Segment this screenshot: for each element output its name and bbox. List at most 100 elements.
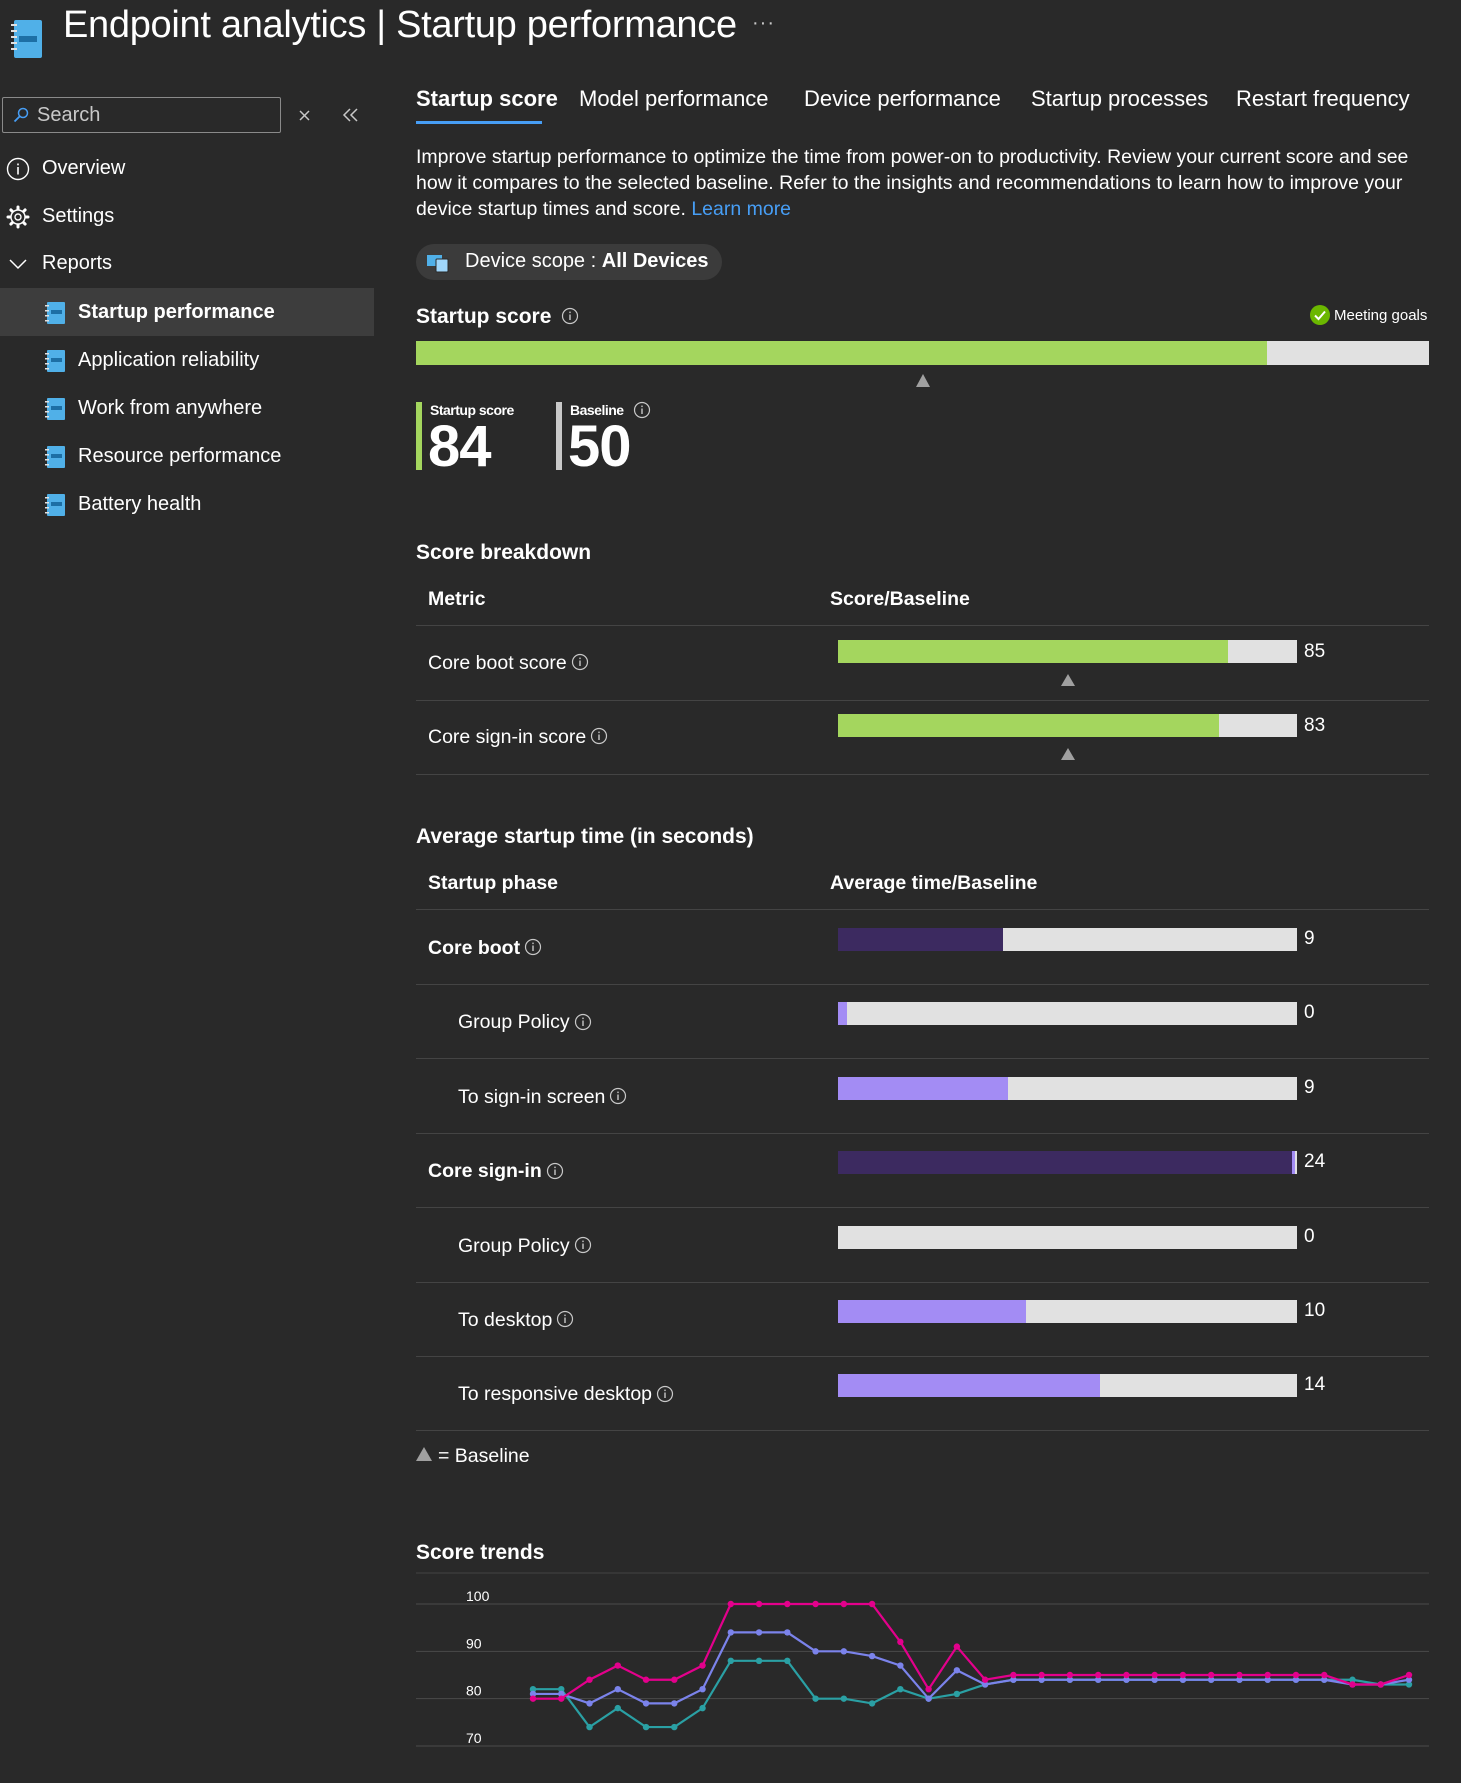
data-point[interactable] — [868, 1600, 876, 1608]
data-point[interactable] — [1066, 1671, 1074, 1679]
data-point[interactable] — [642, 1723, 650, 1731]
data-point[interactable] — [614, 1686, 621, 1693]
sidebar-item-resource-performance[interactable]: Resource performance — [0, 432, 374, 480]
data-point[interactable] — [784, 1600, 791, 1608]
info-icon[interactable] — [561, 307, 579, 325]
data-point[interactable] — [953, 1667, 961, 1674]
data-point[interactable] — [784, 1629, 791, 1636]
time-bar-fill — [838, 928, 1004, 951]
data-point[interactable] — [897, 1638, 904, 1646]
data-point[interactable] — [586, 1723, 593, 1731]
data-point[interactable] — [953, 1643, 961, 1650]
clear-search-icon[interactable] — [296, 104, 314, 126]
data-point[interactable] — [1094, 1671, 1102, 1679]
data-point[interactable] — [897, 1662, 904, 1669]
collapse-sidebar-icon[interactable] — [340, 104, 362, 126]
data-point[interactable] — [1151, 1671, 1158, 1679]
time-bar-fill — [838, 1076, 1008, 1100]
learn-more-link[interactable]: Learn more — [691, 198, 791, 220]
data-point[interactable] — [699, 1686, 706, 1693]
sidebar-item-label: Resource performance — [78, 445, 282, 467]
data-point[interactable] — [558, 1695, 565, 1702]
data-point[interactable] — [925, 1686, 932, 1693]
info-icon[interactable] — [546, 1162, 564, 1180]
tab-startup-processes[interactable]: Startup processes — [1031, 86, 1208, 112]
data-point[interactable] — [1349, 1681, 1356, 1688]
data-point[interactable] — [1038, 1671, 1045, 1679]
data-point[interactable] — [840, 1648, 848, 1655]
sidebar-item-reports[interactable]: Reports — [0, 240, 374, 286]
data-point[interactable] — [1010, 1671, 1017, 1679]
data-point[interactable] — [812, 1600, 819, 1608]
data-point[interactable] — [671, 1723, 678, 1731]
data-point[interactable] — [953, 1690, 961, 1698]
data-point[interactable] — [1264, 1671, 1271, 1679]
data-point[interactable] — [529, 1695, 537, 1702]
y-tick-label: 80 — [466, 1683, 482, 1699]
data-point[interactable] — [1179, 1671, 1187, 1679]
data-point[interactable] — [1123, 1671, 1130, 1679]
data-point[interactable] — [868, 1700, 876, 1707]
data-point[interactable] — [671, 1700, 678, 1707]
data-point[interactable] — [981, 1676, 989, 1683]
data-point[interactable] — [699, 1662, 706, 1669]
data-point[interactable] — [1292, 1671, 1300, 1679]
search-input[interactable] — [37, 104, 272, 126]
sidebar-item-startup-performance[interactable]: Startup performance — [0, 288, 374, 336]
data-point[interactable] — [727, 1657, 735, 1664]
data-point[interactable] — [755, 1629, 763, 1636]
data-point[interactable] — [586, 1700, 593, 1707]
data-point[interactable] — [868, 1652, 876, 1660]
row-label: To responsive desktop — [458, 1383, 674, 1406]
description-text: Improve startup performance to optimize … — [416, 146, 1409, 220]
tab-device-performance[interactable]: Device performance — [804, 86, 1001, 112]
data-point[interactable] — [727, 1600, 735, 1608]
data-point[interactable] — [1405, 1671, 1413, 1679]
data-point[interactable] — [699, 1704, 706, 1712]
info-icon[interactable] — [524, 938, 542, 956]
data-point[interactable] — [812, 1648, 819, 1655]
data-point[interactable] — [642, 1700, 650, 1707]
sidebar-item-battery-health[interactable]: Battery health — [0, 480, 374, 528]
info-icon[interactable] — [556, 1310, 574, 1328]
data-point[interactable] — [614, 1662, 621, 1669]
data-point[interactable] — [812, 1695, 819, 1702]
data-point[interactable] — [897, 1686, 904, 1693]
report-notebook-icon — [45, 446, 65, 468]
data-point[interactable] — [1377, 1681, 1384, 1688]
data-point[interactable] — [586, 1676, 593, 1683]
info-icon[interactable] — [574, 1236, 592, 1254]
data-point[interactable] — [784, 1657, 791, 1664]
sidebar-item-settings[interactable]: Settings — [0, 193, 374, 239]
info-icon[interactable] — [590, 727, 608, 745]
sidebar-item-overview[interactable]: Overview — [0, 145, 374, 191]
startup-time-heading: Average startup time (in seconds) — [416, 825, 754, 848]
sidebar-item-application-reliability[interactable]: Application reliability — [0, 336, 374, 384]
data-point[interactable] — [1321, 1671, 1328, 1679]
data-point[interactable] — [1236, 1671, 1243, 1679]
device-scope-button[interactable]: Device scope : All Devices — [416, 244, 722, 280]
data-point[interactable] — [642, 1676, 650, 1683]
info-icon[interactable] — [574, 1013, 592, 1031]
row-label: To sign-in screen — [458, 1086, 627, 1109]
data-point[interactable] — [671, 1676, 678, 1683]
row-label: Core sign-in — [428, 1160, 564, 1183]
data-point[interactable] — [1207, 1671, 1215, 1679]
data-point[interactable] — [840, 1695, 848, 1702]
tab-restart-frequency[interactable]: Restart frequency — [1236, 86, 1410, 112]
more-options-button[interactable]: ··· — [752, 12, 775, 35]
data-point[interactable] — [925, 1695, 932, 1702]
data-point[interactable] — [755, 1657, 763, 1664]
tab-model-performance[interactable]: Model performance — [579, 86, 769, 112]
sidebar-item-work-from-anywhere[interactable]: Work from anywhere — [0, 384, 374, 432]
data-point[interactable] — [614, 1704, 621, 1712]
data-point[interactable] — [840, 1600, 848, 1608]
data-point[interactable] — [755, 1600, 763, 1608]
info-icon[interactable] — [633, 401, 651, 419]
info-icon[interactable] — [571, 653, 589, 671]
info-icon[interactable] — [609, 1087, 627, 1105]
search-box[interactable] — [2, 97, 281, 133]
tab-startup-score[interactable]: Startup score — [416, 86, 558, 112]
data-point[interactable] — [727, 1629, 735, 1636]
info-icon[interactable] — [656, 1385, 674, 1403]
